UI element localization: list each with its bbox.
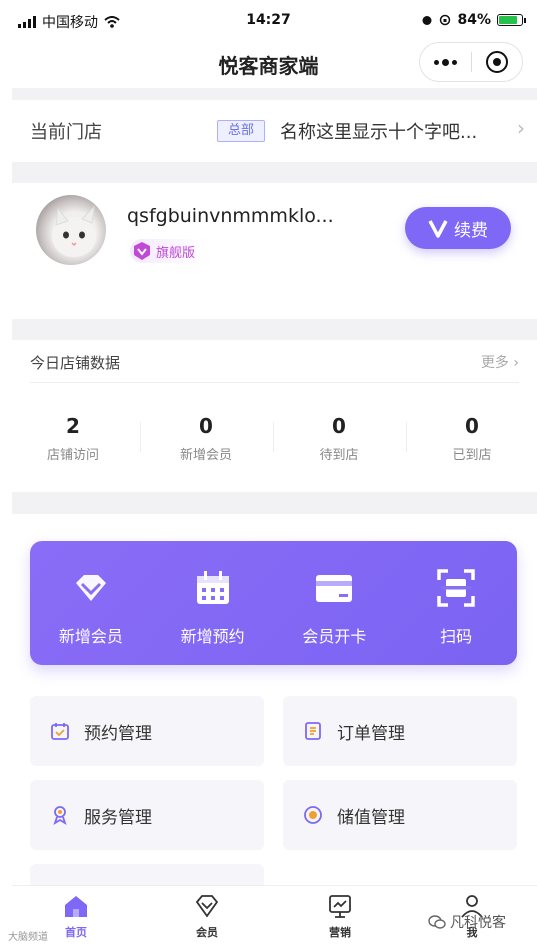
close-miniprogram-icon[interactable] — [471, 43, 522, 81]
today-title: 今日店铺数据 — [30, 354, 121, 372]
current-store-row[interactable]: 当前门店 总部 名称这里显示十个字吧... › — [12, 100, 537, 162]
flagship-shield-icon — [134, 242, 150, 260]
tab-member[interactable]: 会员 — [167, 892, 247, 940]
action-new-member[interactable]: 新增会员 — [30, 541, 152, 665]
rotation-lock-icon — [440, 14, 451, 26]
stat-label: 已到店 — [452, 448, 492, 463]
stat-new-members[interactable]: 0 新增会员 — [145, 414, 267, 463]
tile-appointment-management[interactable]: 预约管理 — [30, 696, 264, 766]
action-label: 扫码 — [440, 627, 473, 646]
action-label: 新增会员 — [58, 627, 123, 646]
check-v-icon — [428, 220, 448, 238]
tile-label: 预约管理 — [84, 723, 152, 744]
stat-pending-arrival[interactable]: 0 待到店 — [278, 414, 400, 463]
tab-label: 会员 — [196, 926, 218, 939]
service-icon — [53, 806, 67, 825]
tier-badge: 旗舰版 — [130, 239, 206, 263]
stored-value-icon — [304, 806, 322, 824]
marketing-icon — [329, 895, 351, 918]
more-link[interactable]: 更多 › — [481, 352, 519, 372]
scan-icon — [437, 569, 475, 607]
tile-label: 储值管理 — [337, 807, 405, 828]
tile-stored-value-management[interactable]: 储值管理 — [283, 780, 517, 850]
cat-avatar-image — [52, 205, 96, 257]
tab-marketing[interactable]: 营销 — [300, 892, 380, 940]
appointment-icon — [51, 723, 69, 740]
chevron-right-icon: › — [517, 116, 525, 140]
action-label: 新增预约 — [180, 627, 245, 646]
tile-order-management[interactable]: 订单管理 — [283, 696, 517, 766]
tile-label: 订单管理 — [337, 723, 405, 744]
battery-icon — [497, 14, 526, 26]
status-bar: 中国移动 14:27 84% — [0, 0, 537, 40]
stat-value: 0 — [465, 414, 479, 438]
stat-value: 0 — [332, 414, 346, 438]
watermark-right-text: 凡科悦客 — [450, 915, 506, 931]
miniprogram-capsule — [419, 42, 523, 82]
stat-value: 0 — [199, 414, 213, 438]
chevron-right-icon: › — [513, 355, 519, 371]
renew-label: 续费 — [454, 220, 488, 241]
action-new-appointment[interactable]: 新增预约 — [152, 541, 274, 665]
stat-divider — [273, 422, 274, 452]
store-name: 名称这里显示十个字吧... — [280, 122, 478, 143]
alarm-icon — [422, 16, 432, 25]
watermark-right: 凡科悦客 — [428, 912, 506, 932]
renew-button[interactable]: 续费 — [405, 207, 511, 249]
stat-divider — [140, 422, 141, 452]
tab-label: 营销 — [329, 926, 351, 939]
tab-label: 首页 — [65, 926, 87, 939]
left-edge — [0, 0, 12, 947]
username: qsfgbuinvnmmmklo... — [127, 205, 334, 227]
action-label: 会员开卡 — [302, 627, 367, 646]
divider — [30, 382, 519, 383]
today-data-card: 今日店铺数据 更多 › 2 店铺访问 0 新增会员 0 待到店 0 已到店 — [12, 340, 537, 492]
stat-value: 2 — [66, 414, 80, 438]
store-label: 当前门店 — [30, 122, 102, 143]
stat-label: 新增会员 — [179, 448, 232, 463]
stat-label: 待到店 — [319, 448, 359, 463]
status-right: 84% — [421, 12, 526, 28]
stat-store-visits[interactable]: 2 店铺访问 — [12, 414, 134, 463]
action-scan[interactable]: 扫码 — [395, 541, 517, 665]
tab-home[interactable]: 首页 — [36, 892, 116, 940]
tile-service-management[interactable]: 服务管理 — [30, 780, 264, 850]
stat-arrived[interactable]: 0 已到店 — [411, 414, 533, 463]
avatar[interactable] — [36, 195, 106, 265]
card-icon — [316, 575, 353, 602]
battery-percent: 84% — [457, 12, 491, 28]
order-icon — [305, 722, 321, 740]
member-icon — [195, 895, 219, 918]
wechat-icon — [428, 915, 446, 929]
watermark-left: 大脑频道 — [8, 932, 48, 943]
tier-label: 旗舰版 — [156, 245, 196, 261]
quick-actions-panel: 新增会员 新增预约 会员开卡 扫码 — [30, 541, 517, 665]
more-label: 更多 — [480, 355, 509, 371]
calendar-icon — [196, 571, 229, 604]
profile-card: qsfgbuinvnmmmklo... 旗舰版 续费 — [12, 183, 537, 319]
action-open-card[interactable]: 会员开卡 — [274, 541, 396, 665]
tile-label: 服务管理 — [84, 807, 152, 828]
stat-divider — [406, 422, 407, 452]
more-options-icon[interactable] — [420, 43, 471, 81]
diamond-icon — [75, 575, 106, 601]
store-type-badge: 总部 — [217, 120, 266, 142]
home-icon — [65, 896, 87, 917]
stat-label: 店铺访问 — [46, 448, 99, 463]
nav-bar: 悦客商家端 — [0, 40, 537, 88]
